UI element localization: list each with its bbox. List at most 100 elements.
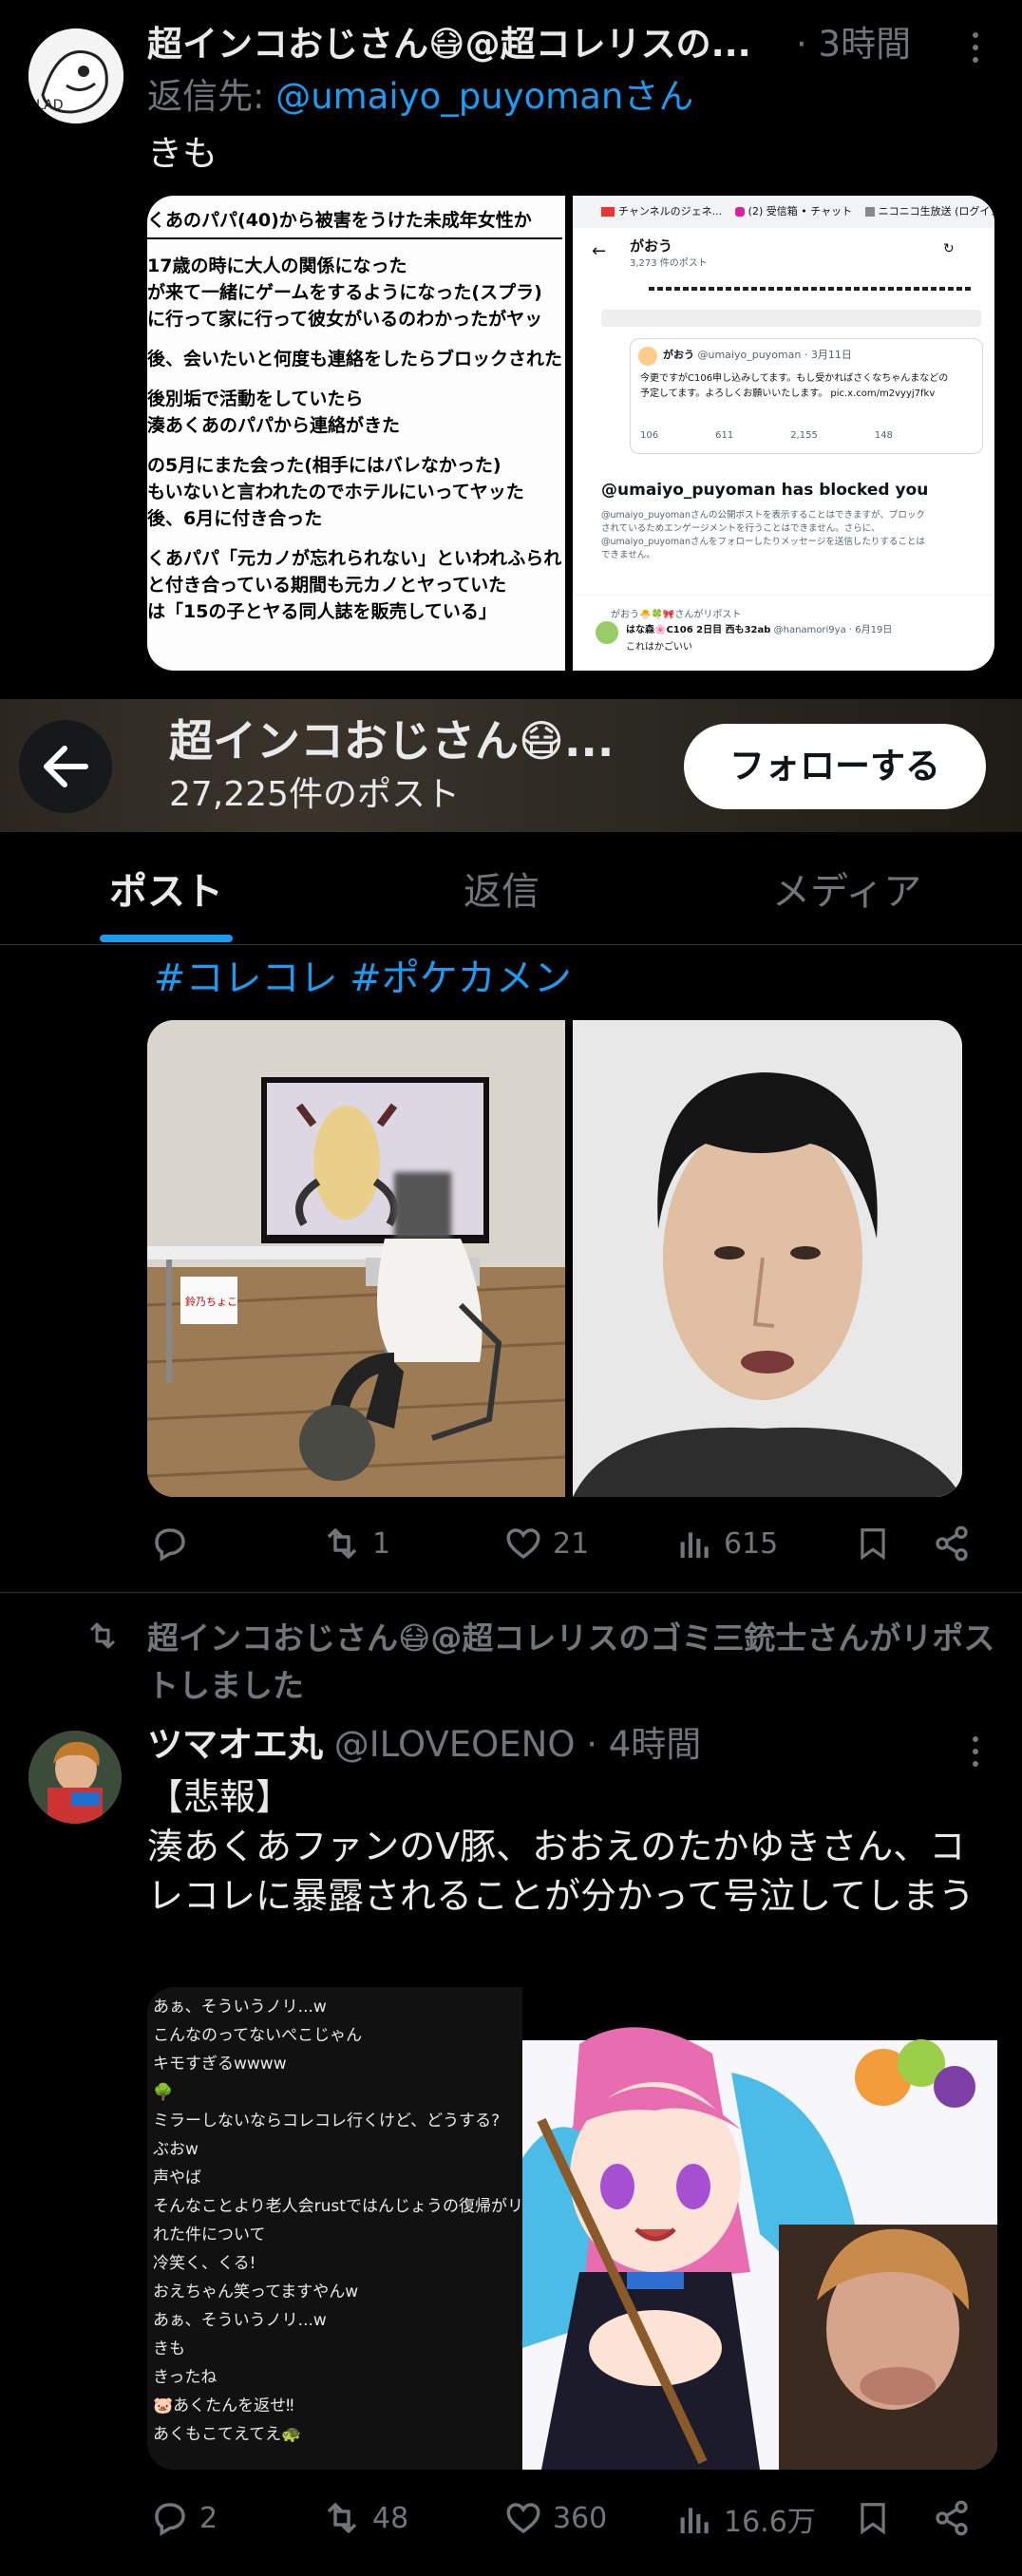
views-count: 615	[724, 1526, 779, 1561]
document-line: は「15の子とヤる同人誌を販売している」	[147, 601, 497, 622]
like-button[interactable]: 21	[503, 1524, 589, 1563]
chat-message: おえちゃん笑ってますやんw	[153, 2282, 359, 2301]
tweet-time[interactable]: · 4時間	[586, 1724, 701, 1765]
tweet-media-grid[interactable]: あぁ、そういうノリ...w こんなのってないぺこじゃん キモすぎるwwww 🌳 ミラーし…	[147, 1987, 997, 2470]
repost-button[interactable]: 48	[321, 2498, 408, 2538]
follow-button[interactable]: フォローする	[684, 724, 986, 809]
redacted-text	[649, 287, 972, 291]
document-line: 後、6月に付き合った	[147, 508, 323, 529]
document-line: くあパパ「元カノが忘れられない」といわれふられ	[147, 548, 562, 569]
share-icon	[936, 1525, 968, 1562]
chat-message: あくもこてえてえ🐢	[153, 2425, 302, 2444]
repost-banner-text: 超インコおじさん😷@超コレリスのゴミ三銃士さんがリポストしました	[147, 1619, 995, 1704]
repost-count: 1	[372, 1526, 391, 1561]
chat-message: れた件について	[153, 2226, 266, 2245]
chat-message: 冷笑く、くる!	[153, 2254, 256, 2273]
stat-replies: 106	[640, 430, 659, 441]
chat-message: 🐷あくたんを返せ‼	[153, 2396, 294, 2415]
media-image-anime[interactable]	[522, 1987, 997, 2470]
stat-views: 148	[874, 430, 893, 441]
reply-to-handle[interactable]: @umaiyo_puyomanさん	[275, 76, 693, 117]
tweet-media-grid[interactable]: 鈴乃ちょこ	[147, 1020, 962, 1497]
tweet-text: きも	[147, 133, 218, 174]
chat-message: ぶおw	[153, 2140, 199, 2159]
profile-post-count: 3,273 件のポスト	[630, 258, 708, 269]
more-options-icon[interactable]	[956, 28, 994, 66]
avatar[interactable]	[28, 1731, 122, 1824]
repost-icon	[327, 2503, 357, 2533]
views-icon	[680, 2508, 709, 2533]
bookmark-button[interactable]	[855, 2498, 891, 2538]
profile-tabs: ポスト 返信 メディア	[0, 832, 1022, 944]
reply-to-label: 返信先:	[147, 76, 265, 117]
like-button[interactable]: 360	[503, 2498, 607, 2538]
chat-message: きったね	[153, 2368, 218, 2387]
bookmark-icon	[861, 2503, 885, 2535]
event-photo-graphic: 鈴乃ちょこ	[147, 1020, 565, 1497]
media-image-screenshot[interactable]: チャンネルのジェネ... (2) 受信箱 • チャット ニコニコ生放送 (ログイ…	[573, 196, 994, 671]
post-handle: @hanamori9ya · 6月19日	[773, 625, 893, 635]
instagram-icon	[734, 207, 745, 217]
avatar[interactable]: LAD	[28, 28, 123, 123]
chat-log: あぁ、そういうノリ...w こんなのってないぺこじゃん キモすぎるwwww 🌳 ミラーし…	[153, 1993, 522, 2449]
tab-posts[interactable]: ポスト	[109, 861, 223, 916]
bookmark-button[interactable]	[855, 1524, 891, 1563]
share-button[interactable]	[933, 1524, 971, 1563]
reply-icon	[155, 2503, 185, 2536]
stat-reposts: 611	[715, 430, 734, 441]
tab-posts-indicator	[100, 935, 233, 942]
more-options-icon[interactable]	[956, 1733, 994, 1771]
browser-tab-label: チャンネルのジェネ...	[618, 205, 723, 218]
bookmark-icon	[861, 1528, 885, 1561]
share-button[interactable]	[933, 2498, 971, 2538]
reply-button[interactable]	[150, 1524, 199, 1563]
author-handle[interactable]: @ILOVEOENO	[334, 1724, 576, 1765]
embedded-card	[601, 310, 981, 327]
document-line: 湊あくあのパパから連絡がきた	[147, 415, 401, 436]
niconico-icon	[864, 207, 875, 217]
tweet-time[interactable]: · 3時間	[796, 21, 911, 68]
views-button[interactable]: 615	[676, 1524, 778, 1563]
chat-message: きも	[153, 2339, 185, 2358]
blocked-text-line: できません。	[601, 550, 655, 560]
repost-button[interactable]: 1	[321, 1524, 390, 1563]
document-line: が来て一緒にゲームをするようになった(スプラ)	[147, 282, 542, 303]
tweet-text: 【悲報】 湊あくあファンのV豚、おおえのたかゆきさん、コレコレに暴露されることが…	[147, 1776, 975, 1917]
chat-message: こんなのってないぺこじゃん	[153, 2026, 363, 2045]
profile-name: がおう	[630, 237, 673, 255]
blocked-message: @umaiyo_puyomanさんの公開ポストを表示することはできますが、ブロッ…	[601, 509, 925, 562]
document-line: 後、会いたいと何度も連絡をしたらブロックされた	[147, 349, 563, 369]
repost-count: 48	[372, 2501, 409, 2535]
reply-count: 2	[199, 2501, 218, 2535]
tweet-media-grid[interactable]: くあのパパ(40)から被害をうけた未成年女性か 17歳の時に大人の関係になったが来…	[147, 196, 994, 671]
back-button[interactable]	[19, 720, 112, 813]
browser-tab-label: ニコニコ生放送 (ログイン...	[878, 205, 994, 218]
media-image-photo[interactable]: 鈴乃ちょこ	[147, 1020, 565, 1497]
author-name[interactable]: 超インコおじさん😷@超コレリスの...	[147, 21, 751, 68]
browser-tab-label: (2) 受信箱 • チャット	[748, 205, 853, 218]
views-button[interactable]: 16.6万	[676, 2498, 816, 2540]
document-line: 17歳の時に大人の関係になった	[147, 256, 407, 276]
avatar	[638, 347, 657, 366]
views-icon	[680, 1532, 709, 1558]
heart-icon	[506, 2503, 540, 2534]
reply-author: がおう	[663, 349, 694, 361]
like-count: 21	[553, 1526, 590, 1561]
share-icon	[936, 2500, 968, 2536]
document-text: くあのパパ(40)から被害をうけた未成年女性か 17歳の時に大人の関係になったが来…	[147, 207, 563, 625]
document-line: に行って家に行って彼女がいるのわかったがヤッ	[147, 309, 543, 330]
tab-media[interactable]: メディア	[772, 861, 921, 916]
media-image-face[interactable]	[573, 1020, 962, 1497]
hashtags[interactable]: #コレコレ #ポケカメン	[154, 954, 572, 1003]
media-image-chat[interactable]: あぁ、そういうノリ...w こんなのってないぺこじゃん キモすぎるwwww 🌳 ミラーし…	[147, 1987, 522, 2470]
media-image-document[interactable]: くあのパパ(40)から被害をうけた未成年女性か 17歳の時に大人の関係になったが来…	[147, 196, 565, 671]
document-line: くあのパパ(40)から被害をうけた未成年女性か	[147, 207, 563, 239]
author-name[interactable]: ツマオエ丸	[147, 1724, 323, 1765]
tab-replies[interactable]: 返信	[464, 861, 539, 916]
chat-message: ミラーしないならコレコレ行くけど、どうする?	[153, 2112, 501, 2131]
chat-message: あぁ、そういうノリ...w	[153, 2311, 327, 2330]
document-line: の5月にまた会った(相手にはバレなかった)	[147, 455, 502, 476]
reply-button[interactable]: 2	[150, 2498, 218, 2538]
blocked-text-line: されているためエンゲージメントを行うことはできません。さらに、	[601, 523, 880, 534]
repost-label: がおう🐣🍀🎀さんがリポスト	[611, 610, 742, 620]
